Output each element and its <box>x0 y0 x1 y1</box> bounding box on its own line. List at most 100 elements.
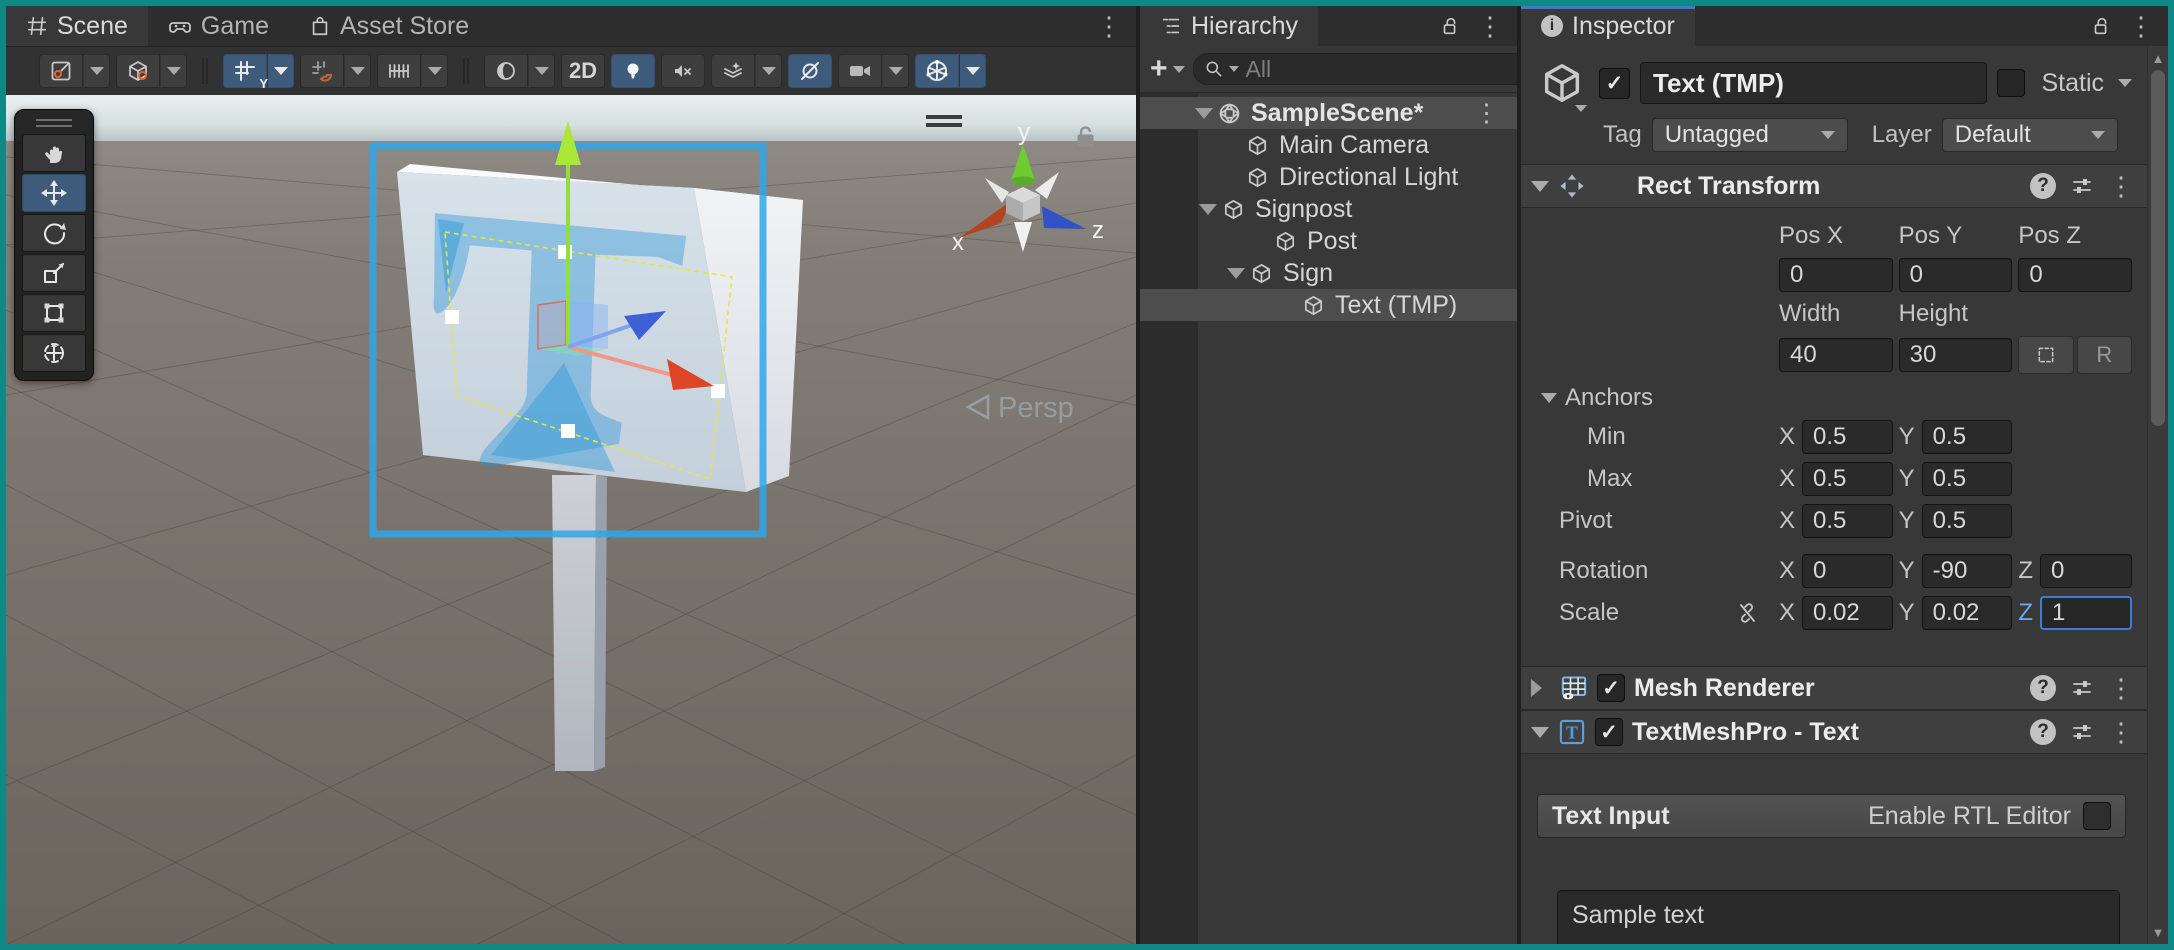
height-field[interactable] <box>1899 338 2013 372</box>
mesh-renderer-header[interactable]: ✓ Mesh Renderer ? ⋮ <box>1521 666 2148 710</box>
shading-mode-dropdown[interactable] <box>528 54 555 88</box>
hierarchy-row-scene[interactable]: SampleScene* ⋮ <box>1140 97 1517 129</box>
grid-snapping-button[interactable] <box>300 54 344 88</box>
rect-transform-header[interactable]: Rect Transform ? ⋮ <box>1521 164 2148 208</box>
rect-handle-left[interactable] <box>445 310 459 324</box>
inspector-menu-icon[interactable]: ⋮ <box>2128 13 2154 39</box>
scrollbar-up-icon[interactable]: ▲ <box>2148 48 2168 68</box>
pos-z-field[interactable] <box>2018 258 2132 292</box>
pivot-x-field[interactable] <box>1802 504 1893 538</box>
lock-icon[interactable] <box>1439 15 1461 37</box>
tool-handle-position-button[interactable] <box>39 54 83 88</box>
tab-hierarchy[interactable]: Hierarchy <box>1140 6 1318 46</box>
pos-y-field[interactable] <box>1899 258 2013 292</box>
foldout-collapsed-icon[interactable] <box>1531 679 1551 697</box>
component-menu-icon[interactable]: ⋮ <box>2108 675 2134 701</box>
presets-icon[interactable] <box>2070 174 2094 198</box>
grid-visibility-button[interactable]: Y <box>223 54 267 88</box>
foldout-expanded-icon[interactable] <box>1199 204 1217 215</box>
rect-handle-bottom[interactable] <box>561 424 575 438</box>
anchors-foldout-icon[interactable] <box>1541 393 1557 403</box>
presets-icon[interactable] <box>2070 676 2094 700</box>
scene-panel-menu-icon[interactable]: ⋮ <box>1096 13 1122 39</box>
anchor-max-x-field[interactable] <box>1802 462 1893 496</box>
gizmos-dropdown[interactable] <box>959 54 986 88</box>
scene-row-menu-icon[interactable]: ⋮ <box>1474 98 1499 128</box>
presets-icon[interactable] <box>2070 720 2094 744</box>
hierarchy-row-main-camera[interactable]: Main Camera <box>1140 129 1517 161</box>
camera-settings-button[interactable] <box>838 54 882 88</box>
hierarchy-row-post[interactable]: Post <box>1140 225 1517 257</box>
rotation-x-field[interactable] <box>1802 554 1893 588</box>
icon-picker-caret[interactable] <box>1575 105 1587 112</box>
effects-visibility-dropdown[interactable] <box>755 54 782 88</box>
tool-handle-rotation-dropdown[interactable] <box>160 54 187 88</box>
component-menu-icon[interactable]: ⋮ <box>2108 719 2134 745</box>
effects-visibility-button[interactable] <box>711 54 755 88</box>
scrollbar-down-icon[interactable]: ▼ <box>2148 922 2168 942</box>
camera-settings-dropdown[interactable] <box>882 54 909 88</box>
rect-tool-button[interactable] <box>22 294 86 332</box>
hidden-objects-button[interactable] <box>788 54 832 88</box>
tools-overlay-drag-handle[interactable] <box>22 116 86 130</box>
tag-dropdown[interactable]: Untagged <box>1652 118 1848 152</box>
move-tool-button[interactable] <box>22 174 86 212</box>
mesh-renderer-enabled-checkbox[interactable]: ✓ <box>1597 674 1625 702</box>
pos-x-field[interactable] <box>1779 258 1893 292</box>
foldout-expanded-icon[interactable] <box>1195 108 1213 119</box>
gameobject-cube-icon[interactable] <box>1535 60 1589 106</box>
tmp-enabled-checkbox[interactable]: ✓ <box>1595 718 1623 746</box>
text-input-textarea[interactable]: Sample text <box>1557 890 2120 944</box>
layer-dropdown[interactable]: Default <box>1942 118 2118 152</box>
hierarchy-search-input[interactable] <box>1244 55 1517 84</box>
scale-tool-button[interactable] <box>22 254 86 292</box>
hierarchy-search[interactable] <box>1193 53 1517 85</box>
hierarchy-menu-icon[interactable]: ⋮ <box>1477 13 1503 39</box>
snap-increment-button[interactable] <box>377 54 421 88</box>
width-field[interactable] <box>1779 338 1893 372</box>
hierarchy-row-text-tmp[interactable]: Text (TMP) <box>1140 289 1517 321</box>
help-icon[interactable]: ? <box>2030 173 2056 199</box>
scene-viewport-canvas[interactable]: y x z Persp <box>6 95 1136 944</box>
active-checkbox[interactable]: ✓ <box>1599 68 1630 99</box>
scale-z-field[interactable] <box>2040 596 2132 630</box>
rotation-y-field[interactable] <box>1922 554 2013 588</box>
2d-view-button[interactable]: 2D <box>561 54 605 88</box>
shading-mode-button[interactable] <box>484 54 528 88</box>
text-input-section-bar[interactable]: Text Input Enable RTL Editor <box>1537 794 2126 838</box>
rotation-z-field[interactable] <box>2040 554 2132 588</box>
scale-y-field[interactable] <box>1922 596 2013 630</box>
scrollbar-thumb[interactable] <box>2151 70 2165 426</box>
inspector-scrollbar[interactable]: ▲ ▼ <box>2147 46 2168 944</box>
rect-handle-right[interactable] <box>711 384 725 398</box>
transform-tool-button[interactable] <box>22 334 86 372</box>
tab-game[interactable]: Game <box>148 6 289 46</box>
pivot-y-field[interactable] <box>1922 504 2013 538</box>
gizmos-button[interactable] <box>915 54 959 88</box>
hierarchy-row-signpost[interactable]: Signpost <box>1140 193 1517 225</box>
create-object-button[interactable]: + <box>1150 54 1185 84</box>
help-icon[interactable]: ? <box>2030 675 2056 701</box>
static-checkbox[interactable] <box>1997 69 2025 97</box>
anchor-min-x-field[interactable] <box>1802 420 1893 454</box>
static-dropdown-icon[interactable] <box>2118 79 2132 87</box>
textmeshpro-header[interactable]: T ✓ TextMeshPro - Text ? ⋮ <box>1521 710 2148 754</box>
hierarchy-row-directional-light[interactable]: Directional Light <box>1140 161 1517 193</box>
tool-handle-rotation-button[interactable] <box>116 54 160 88</box>
raw-edit-mode-button[interactable]: R <box>2077 336 2132 374</box>
foldout-expanded-icon[interactable] <box>1531 727 1549 738</box>
blueprint-mode-button[interactable] <box>2018 336 2073 374</box>
tab-scene[interactable]: Scene <box>6 6 148 46</box>
anchor-min-y-field[interactable] <box>1922 420 2013 454</box>
snap-increment-dropdown[interactable] <box>421 54 448 88</box>
rotate-tool-button[interactable] <box>22 214 86 252</box>
constrain-proportions-icon[interactable] <box>1735 601 1759 625</box>
component-menu-icon[interactable]: ⋮ <box>2108 173 2134 199</box>
lock-icon[interactable] <box>2090 15 2112 37</box>
scale-x-field[interactable] <box>1802 596 1893 630</box>
foldout-expanded-icon[interactable] <box>1227 268 1245 279</box>
audio-mute-button[interactable] <box>661 54 705 88</box>
object-name-field[interactable] <box>1640 62 1987 104</box>
tab-asset-store[interactable]: Asset Store <box>289 6 489 46</box>
scene-viewport[interactable]: y x z Persp <box>6 95 1136 944</box>
